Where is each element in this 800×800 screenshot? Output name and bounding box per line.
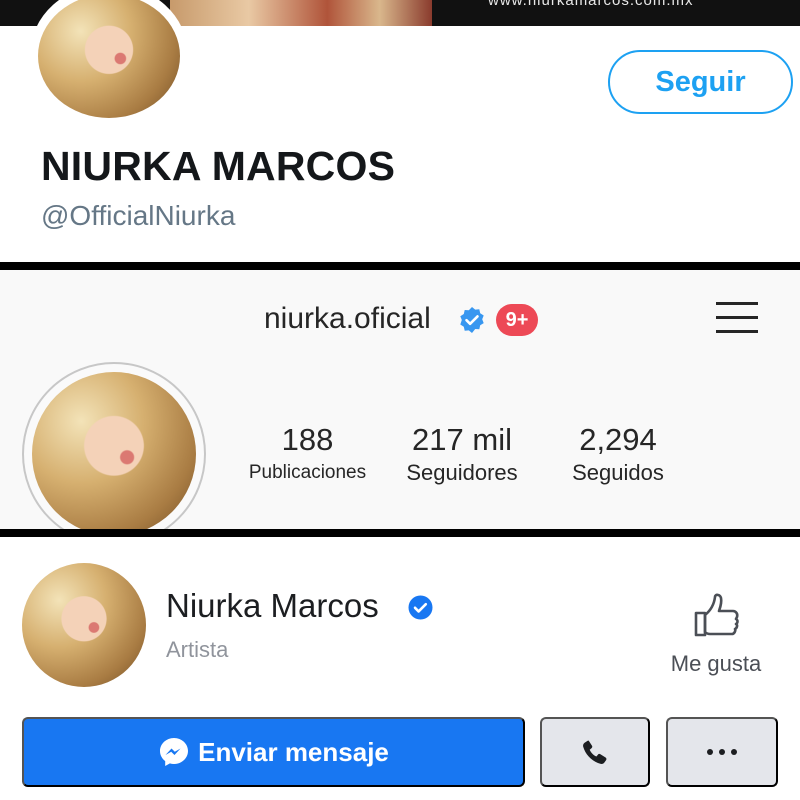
verified-badge-icon bbox=[408, 595, 433, 620]
call-button[interactable] bbox=[540, 717, 650, 787]
banner-image bbox=[170, 0, 432, 26]
facebook-avatar[interactable] bbox=[22, 563, 146, 687]
stat-followers-label: Seguidores bbox=[406, 460, 518, 485]
send-message-label: Enviar mensaje bbox=[198, 736, 389, 767]
stat-following-label: Seguidos bbox=[572, 460, 664, 485]
more-options-button[interactable] bbox=[666, 717, 778, 787]
twitter-handle: @OfficialNiurka bbox=[41, 200, 236, 231]
twitter-profile-section: www.niurkamarcos.com.mx Seguir NIURKA MA… bbox=[0, 0, 800, 262]
instagram-header: niurka.oficial 9+ bbox=[0, 298, 800, 342]
phone-icon bbox=[583, 740, 607, 764]
messenger-icon bbox=[160, 738, 189, 766]
stat-posts-value: 188 bbox=[281, 422, 334, 457]
banner-url-text: www.niurkamarcos.com.mx bbox=[488, 0, 694, 9]
instagram-username: niurka.oficial bbox=[264, 302, 431, 335]
like-button[interactable]: Me gusta bbox=[660, 591, 772, 691]
stat-followers[interactable]: 217 mil Seguidores bbox=[392, 422, 532, 488]
section-divider bbox=[0, 529, 800, 537]
send-message-button[interactable]: Enviar mensaje bbox=[22, 717, 525, 787]
twitter-display-name: NIURKA MARCOS bbox=[41, 143, 396, 189]
notification-badge[interactable]: 9+ bbox=[496, 304, 538, 336]
hamburger-menu-icon[interactable] bbox=[716, 300, 758, 336]
more-dots-icon bbox=[707, 749, 713, 755]
stat-posts[interactable]: 188 Publicaciones bbox=[235, 422, 380, 488]
stat-posts-label: Publicaciones bbox=[248, 462, 367, 483]
facebook-page-category: Artista bbox=[166, 637, 229, 662]
stat-followers-value: 217 mil bbox=[412, 422, 512, 457]
like-label: Me gusta bbox=[670, 651, 762, 676]
stat-following[interactable]: 2,294 Seguidos bbox=[548, 422, 688, 488]
instagram-avatar[interactable] bbox=[32, 372, 196, 529]
verified-badge-icon bbox=[460, 307, 484, 333]
thumbs-up-icon bbox=[694, 593, 739, 637]
stat-following-value: 2,294 bbox=[579, 422, 657, 457]
instagram-profile-section: niurka.oficial 9+ 188 Publicaciones 217 … bbox=[0, 270, 800, 529]
facebook-page-section: Niurka Marcos Artista Me gusta Enviar me… bbox=[0, 537, 800, 800]
facebook-page-name: Niurka Marcos bbox=[166, 587, 379, 624]
section-divider bbox=[0, 262, 800, 270]
follow-button[interactable]: Seguir bbox=[608, 50, 793, 114]
